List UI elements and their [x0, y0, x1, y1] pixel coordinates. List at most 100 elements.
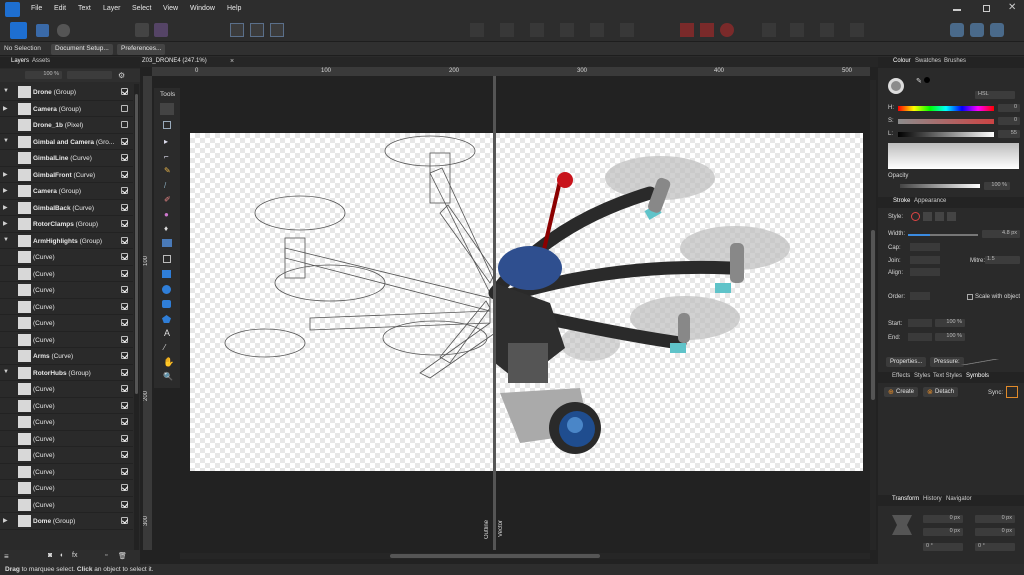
- snap-center-icon[interactable]: [250, 23, 264, 37]
- align-left-icon[interactable]: [470, 23, 484, 37]
- visibility-checkbox[interactable]: [121, 385, 128, 392]
- visibility-checkbox[interactable]: [121, 467, 128, 475]
- app-logo-icon[interactable]: [5, 2, 20, 17]
- brush-tool-icon[interactable]: ✐: [164, 195, 171, 204]
- boolean-add-icon[interactable]: [762, 23, 776, 37]
- pressure-curve[interactable]: [960, 359, 1000, 365]
- ellipse-tool-icon[interactable]: [162, 285, 171, 294]
- add-layer-icon[interactable]: ▫: [105, 552, 107, 559]
- layer-row[interactable]: (Curve): [0, 480, 133, 497]
- close-window-icon[interactable]: ✕: [1008, 2, 1016, 13]
- visibility-checkbox[interactable]: [121, 451, 128, 458]
- designer-persona-icon[interactable]: [10, 22, 27, 39]
- maximize-icon[interactable]: [983, 5, 990, 12]
- split-view-divider[interactable]: [493, 76, 496, 550]
- eyedropper-tool-icon[interactable]: ⁄: [164, 343, 165, 352]
- transparency-tool-icon[interactable]: ♦: [164, 224, 168, 233]
- visibility-checkbox[interactable]: [121, 220, 128, 227]
- pixel-persona-icon[interactable]: [36, 24, 49, 37]
- tab-colour[interactable]: Colour: [893, 58, 911, 64]
- move-tool-icon[interactable]: [160, 103, 174, 115]
- layer-row[interactable]: ▶ Dome (Group): [0, 513, 133, 530]
- layer-row[interactable]: (Curve): [0, 315, 133, 332]
- transform-h-field[interactable]: 0 px: [975, 528, 1015, 536]
- layers-stack-icon[interactable]: ≡: [4, 552, 9, 561]
- mask-icon[interactable]: ◙: [48, 552, 52, 559]
- visibility-checkbox[interactable]: [121, 88, 128, 95]
- visibility-checkbox[interactable]: [121, 500, 128, 508]
- layer-row[interactable]: (Curve): [0, 282, 133, 299]
- preferences-button[interactable]: Preferences...: [117, 44, 166, 55]
- align-right-icon[interactable]: [530, 23, 544, 37]
- lightness-slider[interactable]: [898, 132, 994, 137]
- tab-effects[interactable]: Effects: [892, 373, 910, 379]
- layer-row[interactable]: (Curve): [0, 414, 133, 431]
- brush-stroke-icon[interactable]: [947, 212, 956, 221]
- s-field[interactable]: 0: [998, 117, 1020, 125]
- boolean-subtract-icon[interactable]: [790, 23, 804, 37]
- fx-icon[interactable]: fx: [72, 552, 77, 559]
- transform-w-field[interactable]: 0 px: [923, 528, 963, 536]
- visibility-checkbox[interactable]: [121, 368, 128, 376]
- menu-view[interactable]: View: [163, 5, 178, 12]
- delete-layer-icon[interactable]: 🗑: [118, 552, 127, 560]
- no-stroke-icon[interactable]: [911, 212, 920, 221]
- layer-row[interactable]: (Curve): [0, 398, 133, 414]
- visibility-checkbox[interactable]: [121, 352, 128, 359]
- tab-assets[interactable]: Assets: [32, 58, 50, 64]
- end-arrow-select[interactable]: [908, 333, 932, 341]
- visibility-checkbox[interactable]: [121, 203, 128, 211]
- assistant-icon[interactable]: [950, 23, 964, 37]
- tab-text-styles[interactable]: Text Styles: [933, 373, 962, 379]
- menu-layer[interactable]: Layer: [103, 5, 121, 12]
- visibility-checkbox[interactable]: [121, 253, 128, 260]
- adjustment-icon[interactable]: ◐: [60, 552, 64, 559]
- tab-layers[interactable]: Layers: [11, 58, 29, 64]
- layer-row[interactable]: ▶ RotorClamps (Group): [0, 216, 133, 233]
- node-tool-icon[interactable]: ▸: [164, 137, 168, 146]
- share-icon[interactable]: [57, 24, 70, 37]
- pen-tool-icon[interactable]: ✎: [164, 166, 171, 175]
- layer-row[interactable]: ▼ RotorHubs (Group): [0, 365, 133, 381]
- hand-tool-icon[interactable]: ✋: [163, 357, 174, 368]
- scale-with-object-checkbox[interactable]: [967, 294, 973, 300]
- black-swatch-icon[interactable]: [924, 77, 930, 83]
- end-scale-field[interactable]: 100 %: [935, 333, 965, 341]
- layer-row[interactable]: Drone_1b (Pixel): [0, 117, 133, 134]
- menu-window[interactable]: Window: [190, 5, 215, 12]
- layer-row[interactable]: ▼ Gimbal and Camera (Gro...: [0, 134, 133, 150]
- layer-row[interactable]: (Curve): [0, 381, 133, 398]
- mitre-field[interactable]: 1.5: [985, 256, 1020, 264]
- visibility-checkbox[interactable]: [121, 319, 128, 326]
- layer-row[interactable]: ▶ GimbalBack (Curve): [0, 200, 133, 216]
- transform-shear-field[interactable]: 0 °: [975, 543, 1015, 551]
- visibility-checkbox[interactable]: [121, 137, 128, 145]
- menu-edit[interactable]: Edit: [54, 5, 66, 12]
- layer-row[interactable]: ▼ ArmHighlights (Group): [0, 233, 133, 249]
- tab-navigator[interactable]: Navigator: [946, 496, 972, 502]
- visibility-checkbox[interactable]: [121, 269, 128, 277]
- layer-row[interactable]: ▼ Drone (Group): [0, 84, 133, 101]
- fill-stroke-well-icon[interactable]: [888, 78, 904, 94]
- rounded-rect-tool-icon[interactable]: [162, 300, 171, 308]
- visibility-checkbox[interactable]: [121, 418, 128, 425]
- blend-mode-select[interactable]: [67, 71, 112, 79]
- anchor-selector-icon[interactable]: [892, 515, 912, 535]
- tab-stroke[interactable]: Stroke: [893, 198, 910, 204]
- gear-icon[interactable]: ⚙: [118, 71, 125, 80]
- align-buttons[interactable]: [910, 268, 940, 276]
- visibility-checkbox[interactable]: [121, 401, 128, 409]
- layer-row[interactable]: ▶ Camera (Group): [0, 183, 133, 200]
- snapping-magnet-icon[interactable]: [720, 23, 734, 37]
- menu-select[interactable]: Select: [132, 5, 151, 12]
- width-slider[interactable]: [908, 234, 978, 236]
- tab-styles[interactable]: Styles: [914, 373, 930, 379]
- visibility-checkbox[interactable]: [121, 484, 128, 491]
- order-buttons[interactable]: [910, 292, 930, 300]
- expand-arrow-icon[interactable]: ▼: [3, 88, 9, 94]
- transform-x-field[interactable]: 0 px: [923, 515, 963, 523]
- fill-tool-icon[interactable]: ●: [164, 210, 169, 219]
- visibility-checkbox[interactable]: [121, 170, 128, 178]
- drone-artwork[interactable]: [190, 133, 863, 471]
- dashed-line-icon[interactable]: [935, 212, 944, 221]
